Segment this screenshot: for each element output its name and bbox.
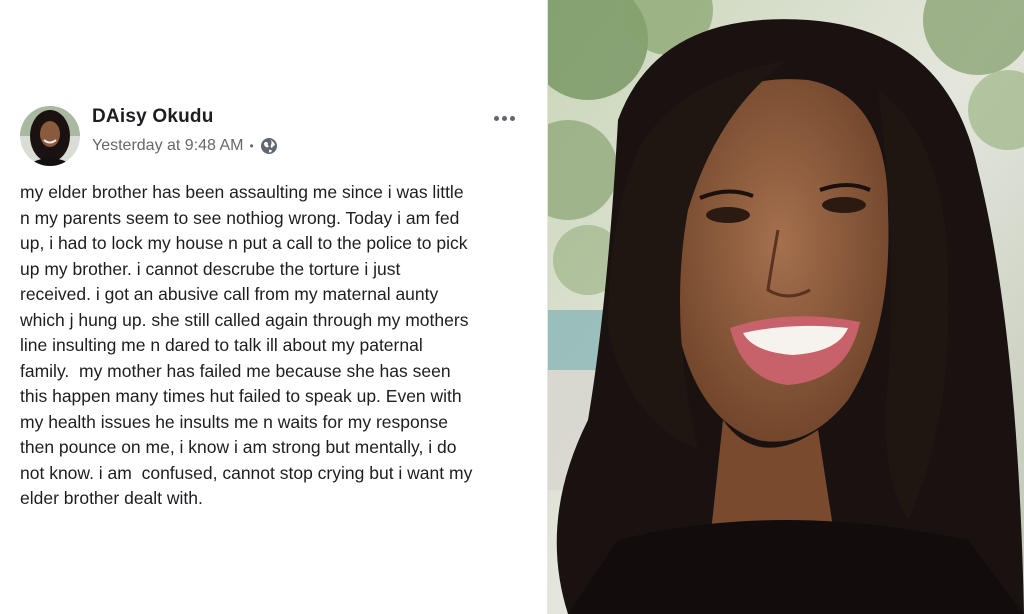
post-text-line: this happen many times hut failed to spe… [20, 386, 462, 406]
facebook-post: DAisy Okudu Yesterday at 9:48 AM • my el… [0, 0, 547, 614]
post-text-line: my elder brother has been assaulting me … [20, 182, 464, 202]
post-text-line: my health issues he insults me n waits f… [20, 411, 448, 432]
post-timestamp[interactable]: Yesterday at 9:48 AM [92, 137, 244, 155]
more-options-icon[interactable] [489, 110, 519, 126]
meta-separator: • [249, 139, 254, 153]
post-text-line: up my brother. i cannot descrube the tor… [20, 258, 401, 279]
post-text-line: family. my mother has failed me because … [20, 360, 451, 381]
post-text-line: line insulting me n dared to talk ill ab… [20, 335, 423, 355]
author-name[interactable]: DAisy Okudu [92, 106, 214, 128]
profile-avatar[interactable] [20, 106, 80, 166]
post-text-line: received. i got an abusive call from my … [20, 284, 439, 304]
post-meta: Yesterday at 9:48 AM • [92, 136, 278, 156]
portrait-photo [548, 0, 1024, 614]
post-text-line: elder brother dealt with. [20, 488, 203, 508]
post-text-line: up, i had to lock my house n put a call … [20, 233, 468, 253]
globe-icon[interactable] [260, 137, 278, 155]
post-text-line: then pounce on me, i know i am strong bu… [20, 437, 457, 457]
post-text-line: n my parents seem to see nothiog wrong. … [20, 207, 460, 228]
post-text-line: which j hung up. she still called again … [20, 309, 469, 330]
post-body: my elder brother has been assaulting me … [20, 180, 535, 512]
post-text-line: not know. i am confused, cannot stop cry… [20, 462, 473, 483]
